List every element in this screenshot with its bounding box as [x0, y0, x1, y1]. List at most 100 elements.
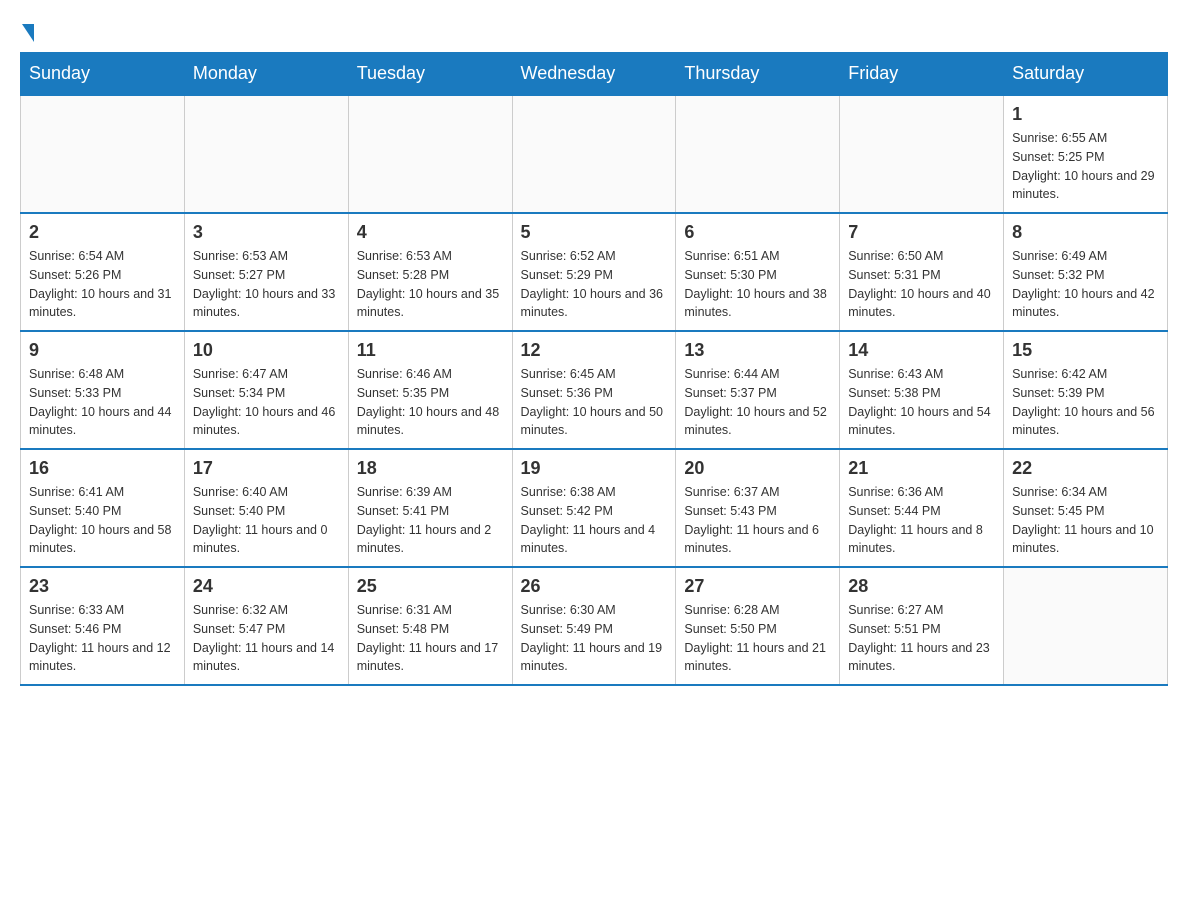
- day-number: 4: [357, 222, 504, 243]
- day-number: 11: [357, 340, 504, 361]
- day-info: Sunrise: 6:42 AMSunset: 5:39 PMDaylight:…: [1012, 365, 1159, 440]
- day-info: Sunrise: 6:47 AMSunset: 5:34 PMDaylight:…: [193, 365, 340, 440]
- calendar-cell: 10 Sunrise: 6:47 AMSunset: 5:34 PMDayligh…: [184, 331, 348, 449]
- weekday-header-thursday: Thursday: [676, 53, 840, 96]
- day-info: Sunrise: 6:39 AMSunset: 5:41 PMDaylight:…: [357, 483, 504, 558]
- week-row-3: 9 Sunrise: 6:48 AMSunset: 5:33 PMDaylight…: [21, 331, 1168, 449]
- calendar-cell: 20 Sunrise: 6:37 AMSunset: 5:43 PMDayligh…: [676, 449, 840, 567]
- day-number: 24: [193, 576, 340, 597]
- day-number: 20: [684, 458, 831, 479]
- week-row-1: 1 Sunrise: 6:55 AMSunset: 5:25 PMDaylight…: [21, 95, 1168, 213]
- weekday-header-saturday: Saturday: [1004, 53, 1168, 96]
- day-info: Sunrise: 6:50 AMSunset: 5:31 PMDaylight:…: [848, 247, 995, 322]
- day-number: 23: [29, 576, 176, 597]
- calendar-cell: 1 Sunrise: 6:55 AMSunset: 5:25 PMDaylight…: [1004, 95, 1168, 213]
- day-info: Sunrise: 6:36 AMSunset: 5:44 PMDaylight:…: [848, 483, 995, 558]
- day-info: Sunrise: 6:46 AMSunset: 5:35 PMDaylight:…: [357, 365, 504, 440]
- calendar-cell: 3 Sunrise: 6:53 AMSunset: 5:27 PMDaylight…: [184, 213, 348, 331]
- day-number: 26: [521, 576, 668, 597]
- calendar-cell: 2Sunrise: 6:54 AMSunset: 5:26 PMDaylight…: [21, 213, 185, 331]
- calendar-cell: [512, 95, 676, 213]
- day-number: 9: [29, 340, 176, 361]
- day-info: Sunrise: 6:32 AMSunset: 5:47 PMDaylight:…: [193, 601, 340, 676]
- calendar-cell: [1004, 567, 1168, 685]
- calendar-cell: 27Sunrise: 6:28 AMSunset: 5:50 PMDayligh…: [676, 567, 840, 685]
- calendar-cell: 22 Sunrise: 6:34 AMSunset: 5:45 PMDayligh…: [1004, 449, 1168, 567]
- day-number: 15: [1012, 340, 1159, 361]
- day-info: Sunrise: 6:43 AMSunset: 5:38 PMDaylight:…: [848, 365, 995, 440]
- calendar-cell: 15 Sunrise: 6:42 AMSunset: 5:39 PMDayligh…: [1004, 331, 1168, 449]
- weekday-header-monday: Monday: [184, 53, 348, 96]
- day-info: Sunrise: 6:33 AMSunset: 5:46 PMDaylight:…: [29, 601, 176, 676]
- logo: [20, 20, 34, 42]
- calendar-cell: [184, 95, 348, 213]
- week-row-4: 16 Sunrise: 6:41 AMSunset: 5:40 PMDayligh…: [21, 449, 1168, 567]
- day-info: Sunrise: 6:53 AMSunset: 5:27 PMDaylight:…: [193, 247, 340, 322]
- weekday-header-row: SundayMondayTuesdayWednesdayThursdayFrid…: [21, 53, 1168, 96]
- day-number: 12: [521, 340, 668, 361]
- week-row-5: 23 Sunrise: 6:33 AMSunset: 5:46 PMDayligh…: [21, 567, 1168, 685]
- day-number: 25: [357, 576, 504, 597]
- logo-arrow-icon: [22, 24, 34, 42]
- calendar-cell: 21 Sunrise: 6:36 AMSunset: 5:44 PMDayligh…: [840, 449, 1004, 567]
- page-header: [20, 20, 1168, 42]
- calendar-cell: 26 Sunrise: 6:30 AMSunset: 5:49 PMDayligh…: [512, 567, 676, 685]
- calendar-cell: 23 Sunrise: 6:33 AMSunset: 5:46 PMDayligh…: [21, 567, 185, 685]
- day-number: 19: [521, 458, 668, 479]
- day-info: Sunrise: 6:45 AMSunset: 5:36 PMDaylight:…: [521, 365, 668, 440]
- day-number: 27: [684, 576, 831, 597]
- day-info: Sunrise: 6:38 AMSunset: 5:42 PMDaylight:…: [521, 483, 668, 558]
- calendar-cell: 11 Sunrise: 6:46 AMSunset: 5:35 PMDayligh…: [348, 331, 512, 449]
- day-info: Sunrise: 6:55 AMSunset: 5:25 PMDaylight:…: [1012, 129, 1159, 204]
- calendar-cell: 6 Sunrise: 6:51 AMSunset: 5:30 PMDaylight…: [676, 213, 840, 331]
- day-number: 10: [193, 340, 340, 361]
- day-info: Sunrise: 6:52 AMSunset: 5:29 PMDaylight:…: [521, 247, 668, 322]
- calendar-cell: [840, 95, 1004, 213]
- calendar-cell: 19 Sunrise: 6:38 AMSunset: 5:42 PMDayligh…: [512, 449, 676, 567]
- day-info: Sunrise: 6:48 AMSunset: 5:33 PMDaylight:…: [29, 365, 176, 440]
- day-info: Sunrise: 6:51 AMSunset: 5:30 PMDaylight:…: [684, 247, 831, 322]
- weekday-header-tuesday: Tuesday: [348, 53, 512, 96]
- day-number: 14: [848, 340, 995, 361]
- calendar-cell: 16 Sunrise: 6:41 AMSunset: 5:40 PMDayligh…: [21, 449, 185, 567]
- calendar-cell: 7Sunrise: 6:50 AMSunset: 5:31 PMDaylight…: [840, 213, 1004, 331]
- day-number: 8: [1012, 222, 1159, 243]
- day-info: Sunrise: 6:37 AMSunset: 5:43 PMDaylight:…: [684, 483, 831, 558]
- day-info: Sunrise: 6:49 AMSunset: 5:32 PMDaylight:…: [1012, 247, 1159, 322]
- day-number: 1: [1012, 104, 1159, 125]
- day-number: 22: [1012, 458, 1159, 479]
- day-info: Sunrise: 6:30 AMSunset: 5:49 PMDaylight:…: [521, 601, 668, 676]
- calendar-cell: [348, 95, 512, 213]
- day-number: 21: [848, 458, 995, 479]
- day-info: Sunrise: 6:31 AMSunset: 5:48 PMDaylight:…: [357, 601, 504, 676]
- calendar-cell: 18 Sunrise: 6:39 AMSunset: 5:41 PMDayligh…: [348, 449, 512, 567]
- calendar-table: SundayMondayTuesdayWednesdayThursdayFrid…: [20, 52, 1168, 686]
- calendar-cell: 9 Sunrise: 6:48 AMSunset: 5:33 PMDaylight…: [21, 331, 185, 449]
- day-info: Sunrise: 6:40 AMSunset: 5:40 PMDaylight:…: [193, 483, 340, 558]
- day-number: 3: [193, 222, 340, 243]
- day-number: 16: [29, 458, 176, 479]
- calendar-cell: 24 Sunrise: 6:32 AMSunset: 5:47 PMDayligh…: [184, 567, 348, 685]
- day-number: 18: [357, 458, 504, 479]
- calendar-cell: [676, 95, 840, 213]
- calendar-cell: 28 Sunrise: 6:27 AMSunset: 5:51 PMDayligh…: [840, 567, 1004, 685]
- day-number: 2: [29, 222, 176, 243]
- day-info: Sunrise: 6:53 AMSunset: 5:28 PMDaylight:…: [357, 247, 504, 322]
- weekday-header-friday: Friday: [840, 53, 1004, 96]
- calendar-cell: 17 Sunrise: 6:40 AMSunset: 5:40 PMDayligh…: [184, 449, 348, 567]
- calendar-cell: 25 Sunrise: 6:31 AMSunset: 5:48 PMDayligh…: [348, 567, 512, 685]
- day-info: Sunrise: 6:27 AMSunset: 5:51 PMDaylight:…: [848, 601, 995, 676]
- calendar-cell: 4 Sunrise: 6:53 AMSunset: 5:28 PMDaylight…: [348, 213, 512, 331]
- week-row-2: 2Sunrise: 6:54 AMSunset: 5:26 PMDaylight…: [21, 213, 1168, 331]
- day-number: 6: [684, 222, 831, 243]
- weekday-header-sunday: Sunday: [21, 53, 185, 96]
- day-number: 13: [684, 340, 831, 361]
- day-number: 28: [848, 576, 995, 597]
- day-number: 17: [193, 458, 340, 479]
- day-info: Sunrise: 6:41 AMSunset: 5:40 PMDaylight:…: [29, 483, 176, 558]
- day-info: Sunrise: 6:34 AMSunset: 5:45 PMDaylight:…: [1012, 483, 1159, 558]
- calendar-cell: 12 Sunrise: 6:45 AMSunset: 5:36 PMDayligh…: [512, 331, 676, 449]
- calendar-cell: 13Sunrise: 6:44 AMSunset: 5:37 PMDayligh…: [676, 331, 840, 449]
- day-number: 5: [521, 222, 668, 243]
- weekday-header-wednesday: Wednesday: [512, 53, 676, 96]
